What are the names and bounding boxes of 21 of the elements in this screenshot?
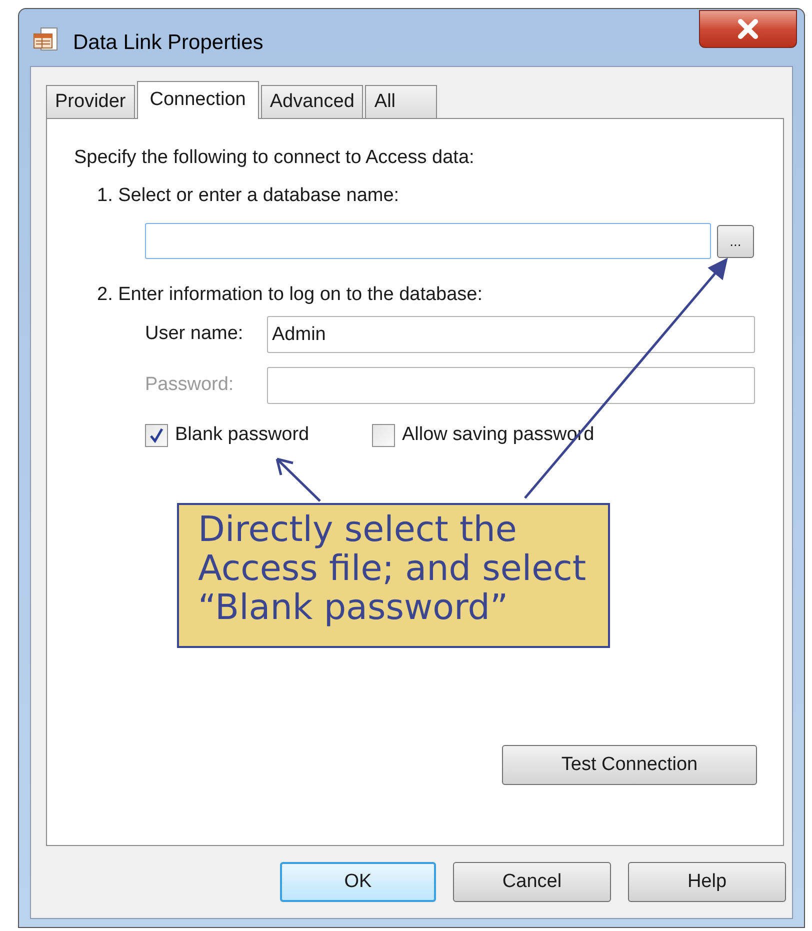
- tab[interactable]: Advanced: [260, 85, 364, 118]
- window-title: Data Link Properties: [73, 30, 264, 56]
- checkbox[interactable]: Blank password: [145, 420, 372, 450]
- close-button[interactable]: [699, 10, 797, 48]
- tab[interactable]: Connection: [136, 81, 259, 119]
- dialog-button[interactable]: Help: [628, 862, 786, 902]
- step-text: 1. Select or enter a database name:: [97, 185, 400, 207]
- browse-button[interactable]: ...: [717, 224, 754, 258]
- field-label: User name:: [145, 322, 244, 346]
- intro-text: Specify the following to connect to Access data:: [74, 147, 476, 169]
- dialog-button[interactable]: OK: [280, 862, 436, 902]
- dialog-button[interactable]: Cancel: [453, 862, 611, 902]
- tab[interactable]: All: [365, 85, 438, 118]
- step-text: 2. Enter information to log on to the database:: [97, 284, 484, 306]
- database-input-field[interactable]: [145, 223, 711, 259]
- callout-text: Directly select the Access file; and select “Blank password”: [198, 511, 588, 628]
- field-label: Password:: [145, 373, 235, 398]
- text-field[interactable]: Admin: [267, 316, 755, 353]
- test-connection-button[interactable]: Test Connection: [502, 745, 757, 785]
- check-icon: [149, 428, 164, 442]
- tab[interactable]: Provider: [46, 85, 135, 118]
